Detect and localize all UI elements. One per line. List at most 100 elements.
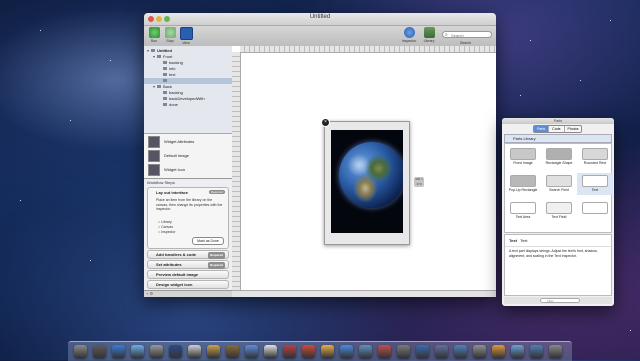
asset-label: Widget Icon xyxy=(164,167,186,172)
step-preview-default-image[interactable]: Preview default image xyxy=(147,270,229,279)
parts-category[interactable]: Parts Library xyxy=(504,134,612,143)
dock-app-icon[interactable] xyxy=(511,345,524,358)
vertical-ruler xyxy=(232,52,241,291)
parts-tab-bar: Parts Code Photos xyxy=(533,125,583,133)
mark-as-done-button[interactable]: Mark as Done xyxy=(192,237,224,245)
checklist-item: ○ Library xyxy=(158,220,172,224)
dock-app-icon[interactable] xyxy=(340,345,353,358)
star xyxy=(520,95,521,96)
dock-app-icon[interactable] xyxy=(321,345,334,358)
part-item[interactable]: Search Field xyxy=(541,173,577,195)
info-icon xyxy=(403,27,415,38)
tree-item-label: Back xyxy=(163,84,172,89)
dock-app-icon[interactable] xyxy=(378,345,391,358)
dock-app-icon[interactable] xyxy=(93,345,106,358)
star xyxy=(70,120,71,121)
asset-thumbnail xyxy=(148,136,160,148)
tab-code[interactable]: Code xyxy=(549,126,565,132)
library-button[interactable]: Library xyxy=(422,27,436,43)
parts-library-window: Parts Parts Code Photos Parts Library Fi… xyxy=(502,118,614,306)
workflow-steps: Workflow Steps Lay out interface Require… xyxy=(144,178,232,297)
part-preview xyxy=(546,175,572,187)
part-preview xyxy=(582,175,608,187)
part-info-panel: Text Text A text part displays strings. … xyxy=(504,234,612,296)
parts-filter-input[interactable]: Filter xyxy=(540,298,580,303)
part-info-title: Text Text xyxy=(505,235,611,247)
dock-app-icon[interactable] xyxy=(454,345,467,358)
part-item[interactable]: Fixed Image xyxy=(505,146,541,168)
tab-parts[interactable]: Parts xyxy=(534,126,550,132)
inspector-button[interactable]: Inspector xyxy=(402,27,416,43)
view-button[interactable]: View xyxy=(179,27,193,45)
steps-header: Workflow Steps xyxy=(147,180,175,185)
tree-item-label: done xyxy=(169,102,178,107)
dock-app-icon[interactable] xyxy=(74,345,87,358)
dock-app-icon[interactable] xyxy=(226,345,239,358)
dock xyxy=(68,341,572,361)
part-preview xyxy=(510,175,536,187)
widget-front[interactable]: × xyxy=(321,118,410,245)
parts-category-label: Parts Library xyxy=(513,136,536,141)
dock-app-icon[interactable] xyxy=(549,345,562,358)
part-item[interactable]: Pop-Up Rectangle xyxy=(505,173,541,195)
parts-grid: Fixed Image Rectangle Shape Rounded Rect Po… xyxy=(504,143,613,233)
dock-app-icon[interactable] xyxy=(207,345,220,358)
part-preview xyxy=(582,148,608,160)
star xyxy=(40,30,41,31)
part-item-label: Fixed Image xyxy=(513,161,533,165)
dock-app-icon[interactable] xyxy=(530,345,543,358)
dock-app-icon[interactable] xyxy=(169,345,182,358)
inspector-label: Inspector xyxy=(402,39,417,43)
canvas-status-bar xyxy=(232,290,496,297)
stop-button[interactable]: Stop xyxy=(163,27,177,43)
canvas[interactable]: × 300 × 470 xyxy=(232,46,496,297)
step-design-widget-icon[interactable]: Design widget icon xyxy=(147,280,229,289)
tree-item-label: text xyxy=(169,72,176,77)
asset-default-image[interactable]: Default Image xyxy=(144,148,232,162)
star xyxy=(20,200,21,201)
dock-app-icon[interactable] xyxy=(473,345,486,358)
dock-app-icon[interactable] xyxy=(397,345,410,358)
view-label: View xyxy=(182,41,190,45)
part-item[interactable]: Rectangle Shape xyxy=(541,146,577,168)
sidebar-bottom-bar[interactable]: + ⚙ xyxy=(144,290,232,297)
search-input[interactable]: ⌕ Search xyxy=(442,31,492,38)
part-item[interactable]: Text xyxy=(577,173,613,195)
part-item-label: Rectangle Shape xyxy=(545,161,573,165)
dock-app-icon[interactable] xyxy=(264,345,277,358)
checklist-item: ○ Inspector xyxy=(158,230,176,234)
dock-app-icon[interactable] xyxy=(245,345,258,358)
part-preview xyxy=(546,202,572,214)
dock-app-icon[interactable] xyxy=(188,345,201,358)
dock-app-icon[interactable] xyxy=(416,345,429,358)
part-item[interactable] xyxy=(577,200,613,222)
dock-app-icon[interactable] xyxy=(492,345,505,358)
tab-photos[interactable]: Photos xyxy=(564,126,582,132)
dock-app-icon[interactable] xyxy=(435,345,448,358)
dock-app-icon[interactable] xyxy=(150,345,163,358)
run-button[interactable]: Run xyxy=(147,27,161,43)
step-set-attributes[interactable]: Set attributes Required xyxy=(147,260,229,269)
horizontal-ruler xyxy=(240,46,496,53)
part-item[interactable]: Text Field xyxy=(541,200,577,222)
part-item[interactable]: Text Area xyxy=(505,200,541,222)
part-item[interactable]: Rounded Rect xyxy=(577,146,613,168)
dock-app-icon[interactable] xyxy=(359,345,372,358)
dock-app-icon[interactable] xyxy=(112,345,125,358)
layer-tree: ▾ Untitled ▾ Front backing info text ▾ Back backi… xyxy=(144,46,232,133)
dock-app-icon[interactable] xyxy=(131,345,144,358)
tree-item-label: info xyxy=(169,66,176,71)
asset-widget-attributes[interactable]: Widget Attributes xyxy=(144,134,232,148)
star xyxy=(610,20,611,21)
tree-item[interactable]: done xyxy=(144,102,232,108)
dock-app-icon[interactable] xyxy=(302,345,315,358)
step-add-handlers[interactable]: Add handlers & code Required xyxy=(147,250,229,259)
checklist-item: ○ Canvas xyxy=(158,225,173,229)
earth-image[interactable] xyxy=(331,130,403,233)
title-bar: Untitled xyxy=(144,13,496,26)
widget-close-icon[interactable]: × xyxy=(321,118,330,127)
dock-app-icon[interactable] xyxy=(283,345,296,358)
layer-icon xyxy=(151,49,155,53)
asset-thumbnail xyxy=(148,150,160,162)
asset-widget-icon[interactable]: Widget Icon xyxy=(144,162,232,176)
